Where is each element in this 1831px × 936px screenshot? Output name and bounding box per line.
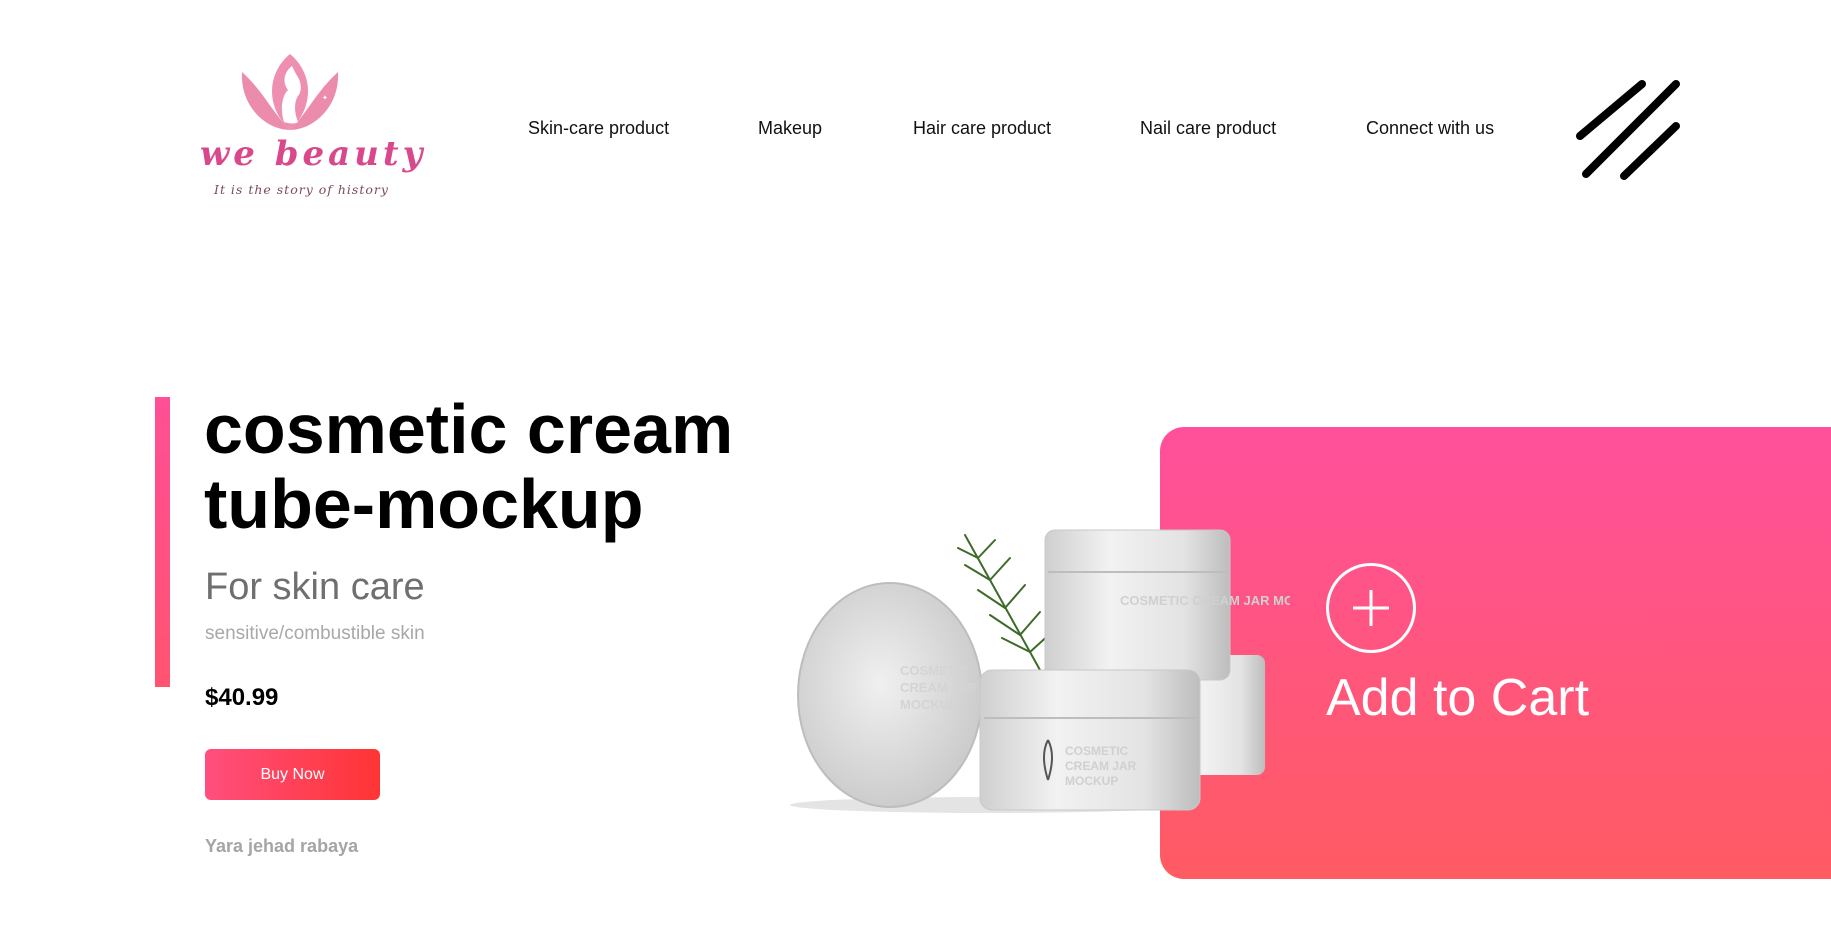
author-name: Yara jehad rabaya [205, 836, 359, 856]
skin-type: sensitive/combustible skin [205, 623, 425, 644]
svg-text:✦: ✦ [316, 75, 326, 89]
nav-item-hair-care[interactable]: Hair care product [913, 118, 1051, 139]
cream-jars-product-image: COSMETIC CREAM JAR MOCKUP COSMETIC CREAM… [790, 529, 1290, 813]
nav-item-connect[interactable]: Connect with us [1366, 118, 1494, 139]
product-price: $40.99 [205, 684, 279, 711]
svg-text:MOCKUP: MOCKUP [1065, 774, 1118, 788]
svg-text:MOCKUP: MOCKUP [900, 697, 958, 712]
page: ✦ ✦ we beauty It is the story of history… [0, 0, 1831, 936]
triple-slash-menu-icon [1576, 80, 1680, 180]
product-subtitle: For skin care [205, 566, 425, 608]
nav-item-makeup[interactable]: Makeup [758, 118, 822, 139]
buy-now-button[interactable]: Buy Now [205, 749, 380, 800]
svg-text:CREAM JAR: CREAM JAR [900, 680, 978, 695]
nav-item-skin-care[interactable]: Skin-care product [528, 118, 669, 139]
add-to-cart-label[interactable]: Add to Cart [1326, 668, 1589, 728]
lotus-woman-logo-icon: ✦ ✦ [241, 54, 339, 130]
svg-text:CREAM JAR: CREAM JAR [1065, 759, 1137, 773]
svg-text:COSMETIC: COSMETIC [1065, 744, 1129, 758]
add-to-cart-plus-icon[interactable] [1326, 563, 1416, 653]
nav-item-nail-care[interactable]: Nail care product [1140, 118, 1276, 139]
brand-tagline: It is the story of history [214, 182, 389, 197]
brand-name: we beauty [200, 134, 427, 174]
accent-bar [155, 397, 170, 687]
svg-text:✦: ✦ [322, 94, 328, 102]
svg-text:COSMETIC: COSMETIC [900, 663, 969, 678]
menu-button[interactable] [1572, 78, 1684, 182]
svg-text:COSMETIC CREAM JAR MOCKUP: COSMETIC CREAM JAR MOCKUP [1120, 593, 1290, 608]
brand-logo[interactable]: ✦ ✦ we beauty It is the story of history [200, 52, 427, 208]
